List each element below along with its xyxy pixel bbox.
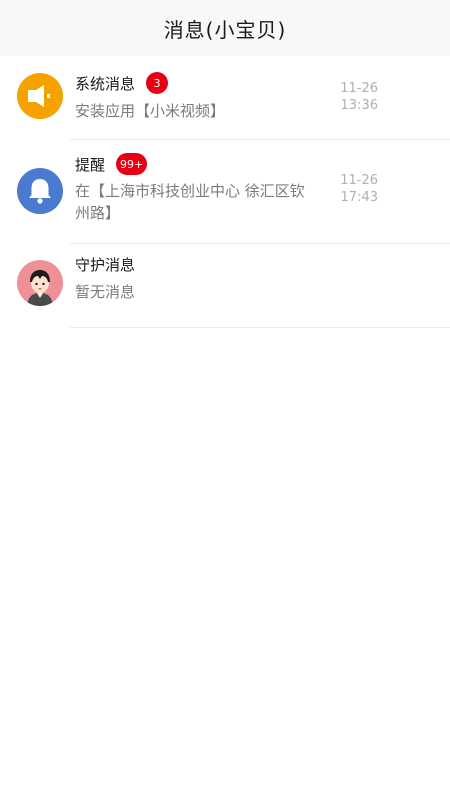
top-bar: 消息(小宝贝): [0, 0, 450, 56]
message-timestamp: 11-26 13:36: [318, 80, 378, 114]
message-title: 系统消息: [75, 74, 136, 93]
message-row-reminder[interactable]: 提醒 99+ 在【上海市科技创业中心 徐汇区钦州路】 11-26 17:43: [0, 140, 450, 244]
bell-icon: [17, 168, 63, 214]
message-list: 系统消息 3 安装应用【小米视频】 11-26 13:36 提醒 99+ 在【上…: [0, 56, 450, 328]
message-time: 13:36: [340, 98, 378, 113]
message-timestamp: 11-26 17:43: [318, 172, 378, 206]
message-preview: 在【上海市科技创业中心 徐汇区钦州路】: [75, 182, 305, 222]
message-preview: 安装应用【小米视频】: [75, 102, 226, 120]
message-row-guardian[interactable]: 守护消息 暂无消息: [0, 244, 450, 328]
message-title: 守护消息: [75, 256, 136, 274]
message-date: 11-26: [340, 173, 378, 188]
message-date: 11-26: [340, 81, 378, 96]
page-title: 消息(小宝贝): [163, 17, 287, 42]
message-title: 提醒: [75, 155, 106, 174]
message-row-system[interactable]: 系统消息 3 安装应用【小米视频】 11-26 13:36: [0, 56, 450, 140]
unread-badge: 3: [146, 72, 169, 94]
unread-badge: 99+: [116, 153, 148, 175]
message-time: 17:43: [340, 190, 378, 205]
child-avatar: [17, 260, 63, 306]
row-divider: [70, 327, 450, 328]
speaker-icon: [17, 73, 63, 119]
message-preview: 暂无消息: [75, 283, 136, 301]
